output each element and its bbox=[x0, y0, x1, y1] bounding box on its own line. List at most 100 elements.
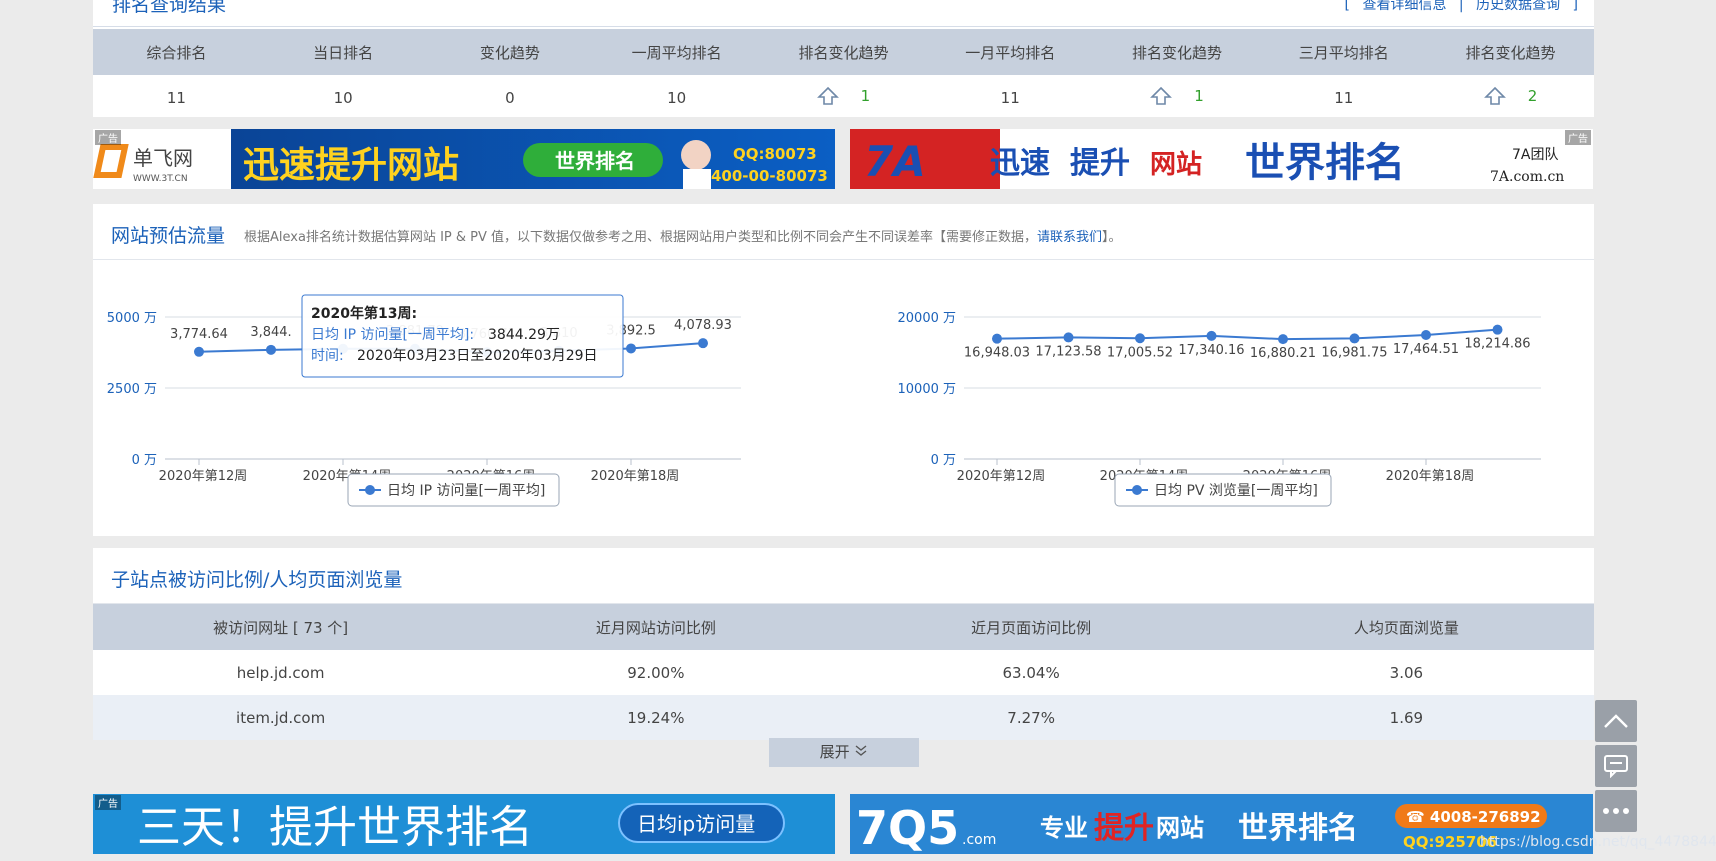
three-month-trend-cell: 2 bbox=[1427, 75, 1594, 121]
table-row: help.jd.com 92.00% 63.04% 3.06 bbox=[93, 650, 1594, 695]
subsite-url: help.jd.com bbox=[236, 663, 325, 682]
double-chevron-down-icon bbox=[855, 745, 867, 756]
ad3-badge: 日均ip访问量 bbox=[637, 812, 755, 836]
week-avg-rank: 10 bbox=[667, 89, 687, 107]
ad1-logo-url: WWW.3T.CN bbox=[133, 174, 188, 184]
ad2-main1: 迅速 bbox=[990, 146, 1050, 181]
three-month-trend-value: 2 bbox=[1527, 87, 1538, 105]
daily-rank: 10 bbox=[333, 89, 353, 107]
data-label: 17,005.52 bbox=[1107, 345, 1173, 360]
y-tick-label: 2500 万 bbox=[107, 382, 157, 397]
ad2-site: 7A.com.cn bbox=[1490, 169, 1564, 185]
ad-banner-3[interactable]: 三天！提升世界排名 日均ip访问量 广告 bbox=[93, 794, 835, 854]
traffic-header: 网站预估流量 根据Alexa排名统计数据估算网站 IP & PV 值，以下数据仅… bbox=[93, 204, 1594, 260]
ip-legend[interactable]: 日均 IP 访问量[一周平均] bbox=[347, 473, 560, 507]
tooltip-time-label: 时间: bbox=[311, 348, 344, 364]
traffic-desc-suffix: 】。 bbox=[1102, 230, 1122, 245]
contact-us-link[interactable]: 请联系我们 bbox=[1037, 230, 1102, 245]
subsites-header: 子站点被访问比例/人均页面浏览量 bbox=[93, 548, 1594, 604]
history-query-link[interactable]: 历史数据查询 bbox=[1476, 0, 1560, 13]
data-label: 16,981.75 bbox=[1321, 345, 1387, 360]
col-header: 近月网站访问比例 bbox=[468, 604, 844, 650]
col-header: 变化趋势 bbox=[426, 29, 594, 75]
arrow-up-outline-icon bbox=[1483, 86, 1506, 105]
col-header: 近月页面访问比例 bbox=[843, 604, 1219, 650]
arrow-up-outline-icon bbox=[1150, 86, 1173, 105]
page-visit-ratio: 7.27% bbox=[843, 695, 1219, 740]
data-point bbox=[992, 333, 1002, 344]
data-label: 17,123.58 bbox=[1035, 344, 1101, 359]
ad1-phone: 400-00-80073 bbox=[711, 167, 828, 185]
ad1-badge: 世界排名 bbox=[555, 149, 635, 173]
ad1-qq: QQ:80073 bbox=[733, 145, 817, 163]
data-point bbox=[1135, 333, 1145, 344]
y-tick-label: 0 万 bbox=[931, 453, 956, 468]
site-visit-ratio: 19.24% bbox=[468, 695, 844, 740]
divider: | bbox=[1458, 0, 1464, 13]
month-trend-value: 1 bbox=[1194, 87, 1204, 105]
ad1-logo-text: 单飞网 bbox=[133, 146, 193, 170]
data-label: 3,774.64 bbox=[170, 327, 228, 342]
pv-traffic-chart: 0 万10000 万20000 万 2020年第12周2020年第14周2020… bbox=[898, 311, 1541, 507]
x-tick-label: 2020年第12周 bbox=[159, 469, 248, 484]
pv-legend[interactable]: 日均 PV 浏览量[一周平均] bbox=[1114, 473, 1332, 507]
ranking-section: 排名查询结果 [ 查看详细信息 | 历史数据查询 ] 综合排名 当日排名 变化趋… bbox=[93, 0, 1594, 117]
tooltip-series-label: 日均 IP 访问量[一周平均]: bbox=[311, 327, 474, 343]
subsites-title: 子站点被访问比例/人均页面浏览量 bbox=[111, 569, 403, 591]
ad-banner-3-graphic: 三天！提升世界排名 日均ip访问量 bbox=[93, 794, 835, 854]
x-tick-label: 2020年第18周 bbox=[591, 469, 680, 484]
data-point bbox=[1063, 332, 1074, 343]
arrow-up-outline-icon bbox=[816, 86, 839, 105]
ad4-logo: 7Q5 bbox=[856, 801, 959, 854]
data-label: 17,464.51 bbox=[1393, 342, 1459, 357]
ad-banner-2[interactable]: 7A 迅速 提升 网站 世界排名 7A团队 7A.com.cn 广告 bbox=[850, 129, 1593, 189]
data-point bbox=[266, 344, 276, 355]
pageviews-per-user: 1.69 bbox=[1218, 695, 1594, 740]
data-label: 16,948.03 bbox=[964, 346, 1030, 361]
x-tick-label: 2020年第12周 bbox=[957, 469, 1046, 484]
expand-button[interactable]: 展开 bbox=[769, 738, 919, 767]
ad2-main4: 世界排名 bbox=[1245, 140, 1405, 186]
y-tick-label: 5000 万 bbox=[107, 311, 157, 326]
ad4-text4: 世界排名 bbox=[1238, 811, 1358, 846]
ad2-main3: 网站 bbox=[1150, 150, 1202, 180]
data-label: 4,078.93 bbox=[674, 318, 732, 333]
ad-banner-1[interactable]: 单飞网 WWW.3T.CN 迅速提升网站 世界排名 QQ:80073 400-0… bbox=[93, 129, 835, 189]
more-button[interactable] bbox=[1595, 790, 1637, 832]
traffic-section: 网站预估流量 根据Alexa排名统计数据估算网站 IP & PV 值，以下数据仅… bbox=[93, 204, 1594, 536]
data-point bbox=[1206, 330, 1217, 341]
ranking-header: 排名查询结果 [ 查看详细信息 | 历史数据查询 ] bbox=[93, 0, 1594, 27]
col-header: 人均页面浏览量 bbox=[1218, 604, 1594, 650]
traffic-desc: 根据Alexa排名统计数据估算网站 IP & PV 值，以下数据仅做参考之用、根… bbox=[244, 226, 1122, 245]
ad2-logo: 7A bbox=[864, 137, 926, 186]
data-point bbox=[1492, 324, 1503, 335]
data-point bbox=[1349, 333, 1360, 344]
data-point bbox=[1421, 330, 1431, 341]
page-visit-ratio: 63.04% bbox=[1002, 663, 1060, 682]
data-label: 3,844. bbox=[250, 325, 291, 340]
col-header: 一周平均排名 bbox=[593, 29, 761, 75]
data-label: 16,880.21 bbox=[1250, 346, 1316, 361]
col-header: 排名变化趋势 bbox=[1427, 29, 1594, 75]
subsites-section: 子站点被访问比例/人均页面浏览量 被访问网址 [ 73 个] 近月网站访问比例 … bbox=[93, 548, 1594, 767]
ad1-main: 迅速提升网站 bbox=[243, 145, 459, 186]
x-tick-label: 2020年第18周 bbox=[1386, 469, 1475, 484]
subsites-table: 被访问网址 [ 73 个] 近月网站访问比例 近月页面访问比例 人均页面浏览量 … bbox=[93, 604, 1594, 740]
col-header: 排名变化趋势 bbox=[1093, 29, 1261, 75]
ad2-main2: 提升 bbox=[1070, 146, 1130, 181]
month-avg-rank: 11 bbox=[1000, 89, 1020, 107]
traffic-title: 网站预估流量 bbox=[111, 225, 226, 247]
ad-banner-1-graphic: 单飞网 WWW.3T.CN 迅速提升网站 世界排名 QQ:80073 400-0… bbox=[93, 129, 835, 189]
col-header: 综合排名 bbox=[93, 29, 260, 75]
data-label: 18,214.86 bbox=[1464, 337, 1530, 352]
col-header: 当日排名 bbox=[259, 29, 427, 75]
feedback-button[interactable] bbox=[1595, 745, 1637, 787]
ip-traffic-chart: 0 万2500 万5000 万 2020年第12周 2020年第14周 2020年第… bbox=[107, 294, 741, 507]
subsite-url: item.jd.com bbox=[93, 695, 469, 740]
col-header: 排名变化趋势 bbox=[760, 29, 927, 75]
ip-legend-label: 日均 IP 访问量[一周平均] bbox=[387, 483, 545, 499]
ad-banner-2-graphic: 7A 迅速 提升 网站 世界排名 7A团队 7A.com.cn bbox=[850, 129, 1593, 189]
ad3-main: 三天！提升世界排名 bbox=[137, 802, 533, 853]
detail-info-link[interactable]: 查看详细信息 bbox=[1362, 0, 1446, 13]
back-to-top-button[interactable] bbox=[1595, 700, 1637, 742]
